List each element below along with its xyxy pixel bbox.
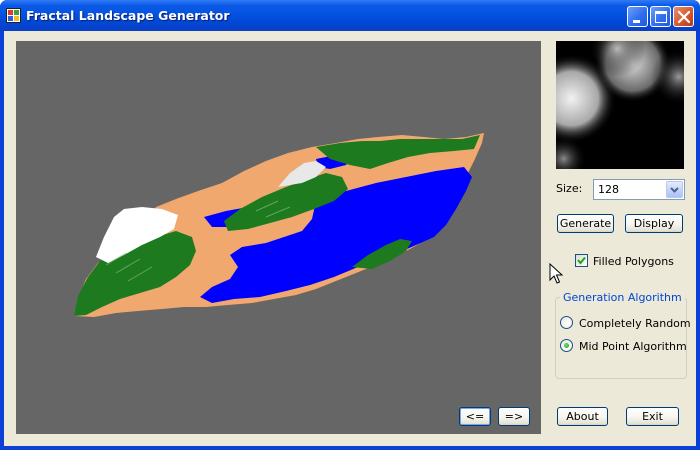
generate-label: Generate bbox=[559, 217, 612, 230]
window-border-bottom bbox=[0, 446, 700, 450]
previous-view-label: <= bbox=[465, 410, 485, 423]
chevron-down-icon bbox=[670, 187, 679, 193]
radio-selected-dot bbox=[564, 343, 569, 348]
exit-button[interactable]: Exit bbox=[626, 407, 679, 426]
heightmap-preview bbox=[556, 41, 684, 169]
size-label: Size: bbox=[556, 182, 583, 195]
next-view-label: => bbox=[504, 410, 524, 423]
heightmap-image bbox=[556, 41, 684, 169]
dropdown-arrow-button[interactable] bbox=[666, 181, 683, 198]
landscape-render bbox=[74, 133, 484, 317]
about-button[interactable]: About bbox=[557, 407, 608, 426]
completely-random-label[interactable]: Completely Random bbox=[579, 317, 691, 330]
checkmark-icon bbox=[577, 256, 586, 265]
exit-label: Exit bbox=[642, 410, 663, 423]
maximize-button[interactable] bbox=[650, 6, 671, 27]
radio-mid-point-algorithm[interactable] bbox=[560, 339, 573, 352]
app-window: Fractal Landscape Generator <= => Size: … bbox=[0, 0, 700, 450]
display-label: Display bbox=[633, 217, 675, 230]
minimize-button[interactable] bbox=[627, 6, 648, 27]
close-icon bbox=[677, 10, 691, 24]
maximize-icon bbox=[655, 11, 667, 23]
app-icon bbox=[6, 8, 21, 23]
generate-button[interactable]: Generate bbox=[557, 214, 614, 233]
window-border-right bbox=[696, 31, 700, 450]
about-label: About bbox=[566, 410, 599, 423]
radio-completely-random[interactable] bbox=[560, 316, 573, 329]
next-view-button[interactable]: => bbox=[498, 407, 530, 426]
generation-algorithm-title: Generation Algorithm bbox=[560, 291, 685, 304]
filled-polygons-label[interactable]: Filled Polygons bbox=[593, 255, 674, 268]
mouse-pointer-icon bbox=[549, 263, 564, 284]
title-bar[interactable]: Fractal Landscape Generator bbox=[0, 0, 700, 31]
filled-polygons-checkbox[interactable] bbox=[575, 254, 588, 267]
mid-point-algorithm-label[interactable]: Mid Point Algorithm bbox=[579, 340, 687, 353]
size-value: 128 bbox=[598, 183, 619, 196]
close-button[interactable] bbox=[673, 6, 694, 27]
size-dropdown[interactable]: 128 bbox=[593, 179, 685, 200]
generation-algorithm-group bbox=[555, 297, 687, 379]
window-title: Fractal Landscape Generator bbox=[26, 8, 230, 23]
landscape-viewport[interactable]: <= => bbox=[16, 41, 541, 434]
client-area: <= => Size: 128 Generate Display Filled … bbox=[4, 31, 696, 446]
previous-view-button[interactable]: <= bbox=[459, 407, 491, 426]
minimize-icon bbox=[633, 20, 640, 23]
display-button[interactable]: Display bbox=[625, 214, 683, 233]
